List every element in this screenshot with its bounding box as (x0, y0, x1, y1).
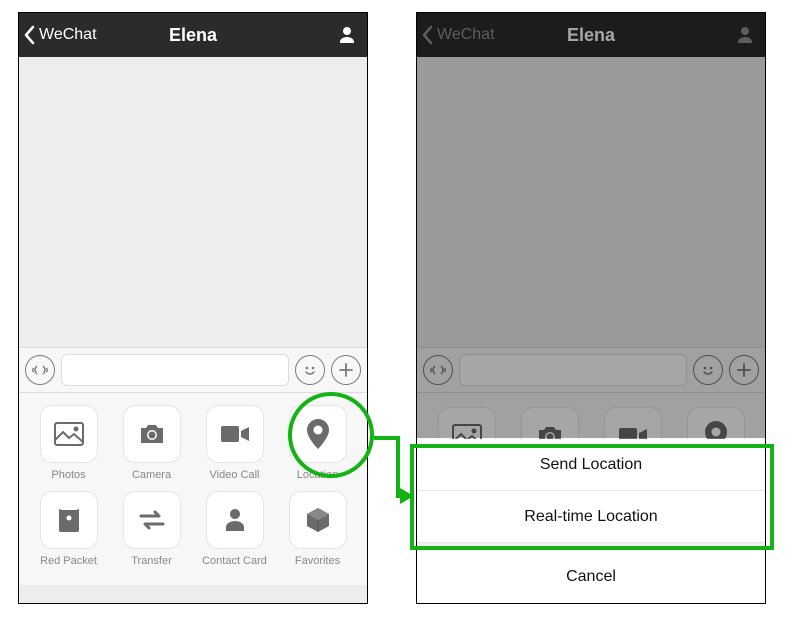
attachment-transfer[interactable]: Transfer (116, 491, 188, 567)
chat-title: Elena (567, 25, 615, 46)
back-button[interactable]: WeChat (421, 25, 495, 45)
attachment-favorites[interactable]: Favorites (282, 491, 354, 567)
annotation-arrow-head (400, 488, 414, 504)
chat-header: WeChat Elena (417, 13, 765, 57)
voice-input-button (423, 355, 453, 385)
chat-messages-area (417, 57, 765, 347)
smiley-icon (300, 360, 320, 380)
plus-icon (338, 362, 354, 378)
chevron-left-icon (421, 25, 433, 45)
phone-screenshot-right: WeChat Elena Send Location Real-time Loc… (416, 12, 766, 604)
back-label: WeChat (39, 26, 97, 44)
back-label: WeChat (437, 26, 495, 44)
attachment-video-call-label: Video Call (210, 469, 260, 481)
attachment-favorites-label: Favorites (295, 555, 340, 567)
chevron-left-icon (23, 25, 35, 45)
contact-card-icon (223, 507, 247, 533)
attachment-red-packet[interactable]: Red Packet (33, 491, 105, 567)
real-time-location-button[interactable]: Real-time Location (417, 491, 765, 543)
attach-plus-button (729, 355, 759, 385)
attachment-contact-card-label: Contact Card (202, 555, 267, 567)
back-button[interactable]: WeChat (23, 25, 97, 45)
plus-icon (736, 362, 752, 378)
sound-wave-icon (31, 361, 49, 379)
attachment-camera[interactable]: Camera (116, 405, 188, 481)
attachments-panel: Photos Camera Video Call Location Red Pa… (19, 393, 367, 585)
photos-icon (54, 422, 84, 446)
smiley-icon (698, 360, 718, 380)
attachment-photos[interactable]: Photos (33, 405, 105, 481)
video-call-icon (219, 423, 251, 445)
cancel-button[interactable]: Cancel (417, 551, 765, 603)
send-location-button[interactable]: Send Location (417, 439, 765, 491)
attachment-red-packet-label: Red Packet (40, 555, 97, 567)
profile-icon[interactable] (337, 25, 357, 45)
message-input-bar (19, 347, 367, 393)
attachment-location[interactable]: Location (282, 405, 354, 481)
voice-input-button[interactable] (25, 355, 55, 385)
attachment-photos-label: Photos (51, 469, 85, 481)
message-text-input (459, 354, 687, 386)
attachment-transfer-label: Transfer (131, 555, 172, 567)
location-pin-icon (307, 419, 329, 449)
red-packet-icon (57, 506, 81, 534)
attachment-video-call[interactable]: Video Call (199, 405, 271, 481)
sound-wave-icon (429, 361, 447, 379)
profile-icon[interactable] (735, 25, 755, 45)
emoji-button[interactable] (295, 355, 325, 385)
attachment-camera-label: Camera (132, 469, 171, 481)
camera-icon (137, 422, 167, 446)
emoji-button (693, 355, 723, 385)
location-action-sheet: Send Location Real-time Location Cancel (417, 439, 765, 603)
attachments-row-1: Photos Camera Video Call Location (27, 405, 359, 481)
message-text-input[interactable] (61, 354, 289, 386)
chat-title: Elena (169, 25, 217, 46)
attachment-contact-card[interactable]: Contact Card (199, 491, 271, 567)
attachments-row-2: Red Packet Transfer Contact Card Favorit… (27, 491, 359, 567)
attach-plus-button[interactable] (331, 355, 361, 385)
message-input-bar (417, 347, 765, 393)
favorites-cube-icon (305, 506, 331, 534)
chat-header: WeChat Elena (19, 13, 367, 57)
phone-screenshot-left: WeChat Elena Photos Camera (18, 12, 368, 604)
transfer-icon (137, 508, 167, 532)
attachment-location-label: Location (297, 469, 339, 481)
chat-messages-area[interactable] (19, 57, 367, 347)
